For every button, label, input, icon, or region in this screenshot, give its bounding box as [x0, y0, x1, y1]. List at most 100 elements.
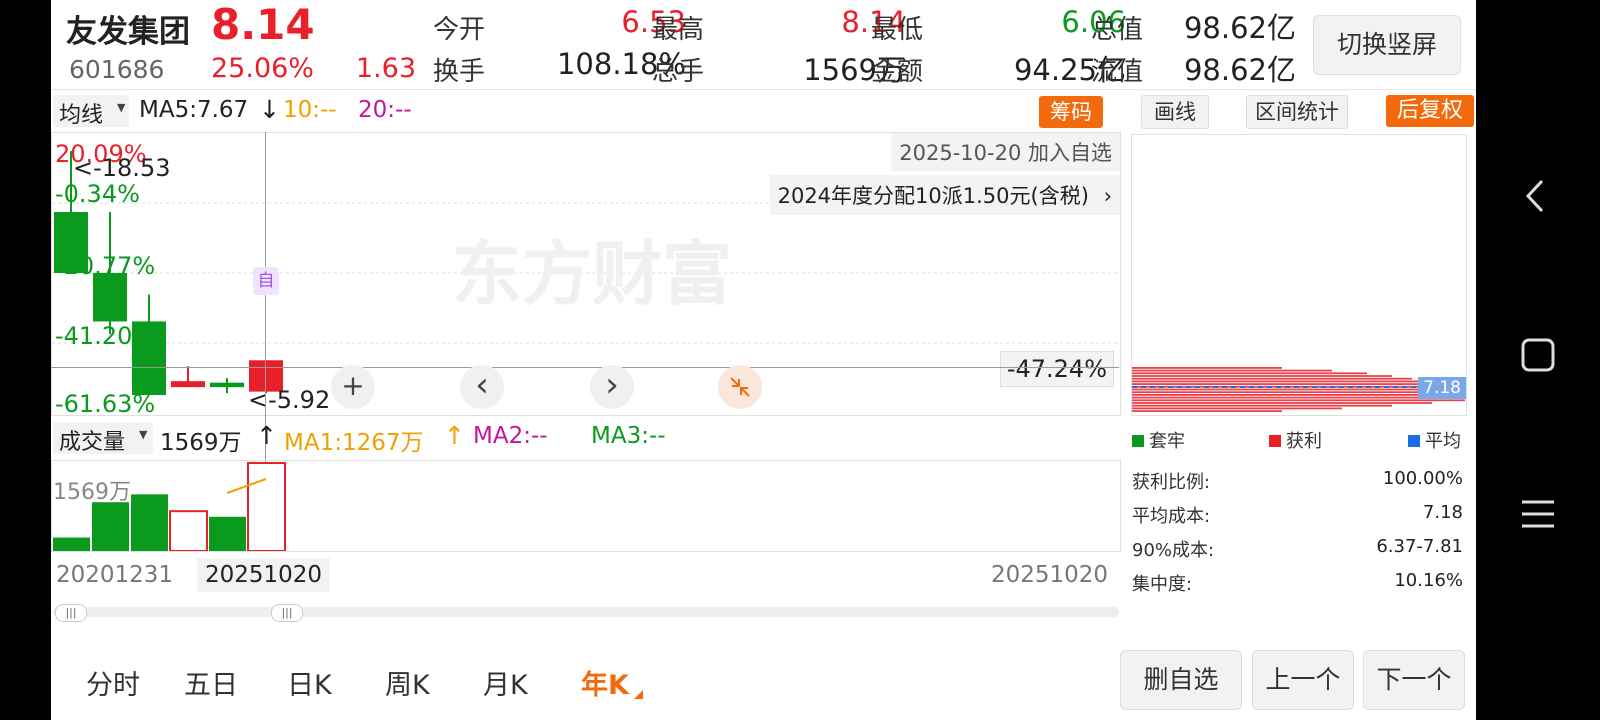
menu-icon[interactable]	[1476, 496, 1600, 532]
volume-bar-4	[169, 510, 208, 551]
chip-stat-value-2: 7.18	[1422, 502, 1463, 523]
volume-ma2: MA2:--	[473, 423, 548, 449]
quote-label-mktcap: 总值	[1091, 15, 1144, 45]
low-marker: <-5.92	[248, 386, 331, 414]
volume-ma1-arrow-icon: ↑	[444, 421, 465, 450]
chip-bar-11	[1132, 394, 1458, 396]
volume-ma3: MA3:--	[591, 423, 666, 449]
adjust-button[interactable]: 后复权	[1386, 95, 1474, 127]
chip-button[interactable]: 筹码	[1039, 96, 1103, 128]
header-divider	[51, 89, 1476, 90]
active-tab-corner-icon	[634, 690, 643, 699]
chip-bar-5	[1132, 377, 1412, 380]
previous-stock-button[interactable]: 上一个	[1252, 650, 1354, 710]
period-tab-day[interactable]: 日K	[287, 663, 332, 702]
stock-detail-app: 友发集团 8.14 601686 25.06% 1.63 今开 6.53 最高 …	[51, 0, 1476, 720]
chip-bar-12	[1132, 396, 1462, 399]
dropdown-triangle-icon: ▼	[117, 101, 126, 114]
dividend-note[interactable]: 2024年度分配10派1.50元(含税) ›	[769, 175, 1120, 215]
stock-price: 8.14	[211, 0, 315, 49]
y-label-5: -61.63%	[55, 390, 156, 418]
date-start: 20201231	[56, 562, 174, 588]
chip-bar-3	[1132, 372, 1367, 375]
quote-label-volume: 总手	[652, 57, 705, 87]
candle-body-5	[210, 382, 244, 388]
next-stock-button[interactable]: 下一个	[1363, 650, 1465, 710]
chip-bar-6	[1132, 380, 1427, 383]
date-cursor: 20251020	[197, 558, 331, 592]
range-slider-track[interactable]	[53, 607, 1119, 617]
chip-bar-10	[1132, 391, 1454, 394]
home-square-icon[interactable]	[1476, 337, 1600, 373]
volume-value: 1569万	[160, 430, 242, 456]
volume-type-label: 成交量	[59, 430, 126, 455]
next-button[interactable]: ›	[590, 365, 634, 409]
volume-chart[interactable]	[51, 460, 1121, 552]
volume-bar-5	[209, 516, 246, 551]
volume-type-selector[interactable]: 成交量 ▼	[53, 422, 153, 455]
volume-bar-3	[131, 494, 168, 551]
chip-bar-2	[1132, 369, 1332, 372]
draw-line-button[interactable]: 画线	[1141, 95, 1209, 129]
chip-bar-13	[1132, 399, 1465, 402]
self-tag: 自	[253, 267, 279, 295]
chip-stat-value-1: 100.00%	[1382, 468, 1463, 489]
quote-label-low: 最低	[871, 15, 924, 45]
zoom-in-button[interactable]: +	[331, 365, 375, 409]
dropdown-triangle-icon: ▼	[139, 428, 148, 441]
chip-legend-average: 平均	[1408, 427, 1461, 453]
quote-label-high: 最高	[652, 15, 705, 45]
back-icon[interactable]	[1476, 178, 1600, 214]
stock-name: 友发集团	[66, 14, 190, 50]
chip-bar-14	[1132, 402, 1432, 404]
chip-bar-9	[1132, 388, 1450, 391]
chip-bar-16	[1132, 407, 1342, 410]
y-label-3: -20.77%	[55, 252, 156, 280]
chevron-right-icon: ›	[605, 365, 619, 405]
volume-svg	[53, 462, 286, 551]
quote-label-turnover: 换手	[433, 57, 486, 87]
volume-bar-1	[53, 537, 90, 551]
quote-value-float: 98.62亿	[1183, 53, 1296, 87]
stock-code: 601686	[69, 55, 165, 84]
period-tab-5day[interactable]: 五日	[184, 663, 238, 702]
legend-square-green	[1132, 435, 1144, 447]
dividend-text: 2024年度分配10派1.50元(含税)	[777, 184, 1089, 208]
range-slider-handle-right[interactable]: |||	[271, 604, 303, 622]
candle-body-2	[93, 273, 127, 322]
quote-label-float: 流值	[1091, 57, 1144, 87]
chip-distribution-chart: 7.18	[1131, 134, 1467, 416]
quote-label-amount: 金额	[871, 57, 924, 87]
legend-square-red	[1269, 435, 1281, 447]
switch-portrait-button[interactable]: 切换竖屏	[1313, 15, 1461, 75]
volume-ma1: MA1:1267万	[284, 430, 424, 456]
range-stats-button[interactable]: 区间统计	[1246, 95, 1348, 129]
date-end: 20251020	[991, 562, 1109, 588]
chip-bar-7	[1132, 383, 1437, 385]
ma-type-selector[interactable]: 均线 ▼	[53, 95, 129, 128]
period-tab-month[interactable]: 月K	[483, 663, 528, 702]
range-slider-handle-left[interactable]: |||	[55, 604, 87, 622]
chevron-right-icon: ›	[1103, 184, 1112, 208]
quote-value-mktcap: 98.62亿	[1183, 11, 1296, 45]
chip-legend-profit: 获利	[1269, 427, 1322, 453]
period-tab-week[interactable]: 周K	[385, 663, 430, 702]
prev-button[interactable]: ‹	[460, 365, 504, 409]
chip-bar-1	[1132, 367, 1282, 369]
chip-stat-value-3: 6.37-7.81	[1376, 536, 1463, 557]
candle-body-4	[171, 381, 205, 388]
collapse-button[interactable]	[718, 365, 762, 409]
remove-watchlist-button[interactable]: 删自选	[1120, 650, 1242, 710]
y-label-2: -0.34%	[55, 180, 140, 208]
chip-stat-label-1: 获利比例:	[1132, 472, 1211, 493]
period-tab-year[interactable]: 年K	[581, 663, 629, 702]
chip-stat-label-4: 集中度:	[1132, 574, 1193, 595]
kline-chart[interactable]: 东方财富 2025-10-20 加入自选 2024年度分配10派1.50元(含税…	[51, 132, 1121, 416]
volume-bar-6	[247, 462, 286, 551]
period-tab-fenshi[interactable]: 分时	[86, 663, 140, 702]
ma-type-label: 均线	[59, 103, 104, 128]
ma5-value: MA5:7.67	[139, 97, 249, 123]
collapse-arrows-icon	[730, 377, 750, 397]
chip-bar-4	[1132, 375, 1392, 377]
watchlist-note: 2025-10-20 加入自选	[891, 133, 1120, 171]
